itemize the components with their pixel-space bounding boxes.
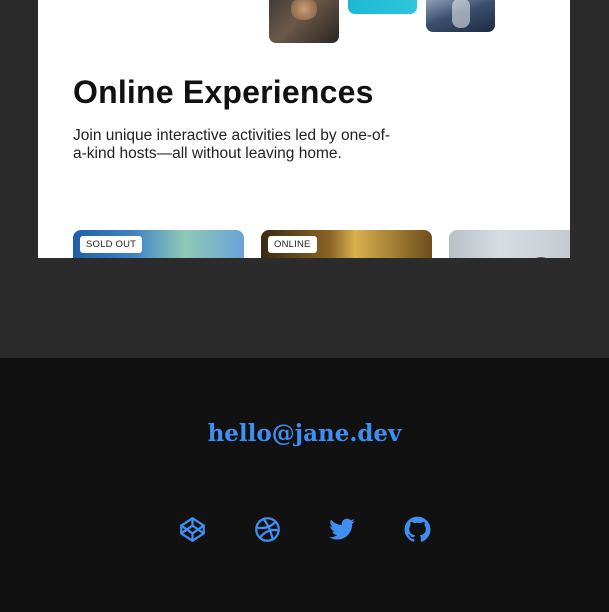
github-link[interactable] <box>402 514 432 544</box>
codepen-link[interactable] <box>177 514 207 544</box>
experience-card[interactable]: ONLINE <box>261 230 432 258</box>
experiences-description: Join unique interactive activities led b… <box>73 127 391 162</box>
dribbble-link[interactable] <box>252 514 282 544</box>
email-link[interactable]: hello@jane.dev <box>0 420 609 447</box>
footer: hello@jane.dev <box>0 358 609 612</box>
guitar-photo-thumbnail <box>269 0 339 43</box>
twitter-link[interactable] <box>327 514 357 544</box>
dribbble-icon <box>254 516 281 543</box>
experience-card[interactable] <box>449 230 570 258</box>
status-badge: SOLD OUT <box>80 236 143 253</box>
experience-card[interactable]: SOLD OUT <box>73 230 244 258</box>
experiences-title: Online Experiences <box>73 74 374 110</box>
twitter-icon <box>328 516 356 543</box>
github-icon <box>404 516 431 543</box>
codepen-icon <box>179 516 206 543</box>
project-preview-card[interactable]: Online Experiences Join unique interacti… <box>38 0 570 258</box>
project-section: Online Experiences Join unique interacti… <box>0 0 609 358</box>
person-photo-thumbnail <box>426 0 495 32</box>
status-badge: ONLINE <box>268 236 317 253</box>
cyan-photo-thumbnail <box>348 0 417 14</box>
